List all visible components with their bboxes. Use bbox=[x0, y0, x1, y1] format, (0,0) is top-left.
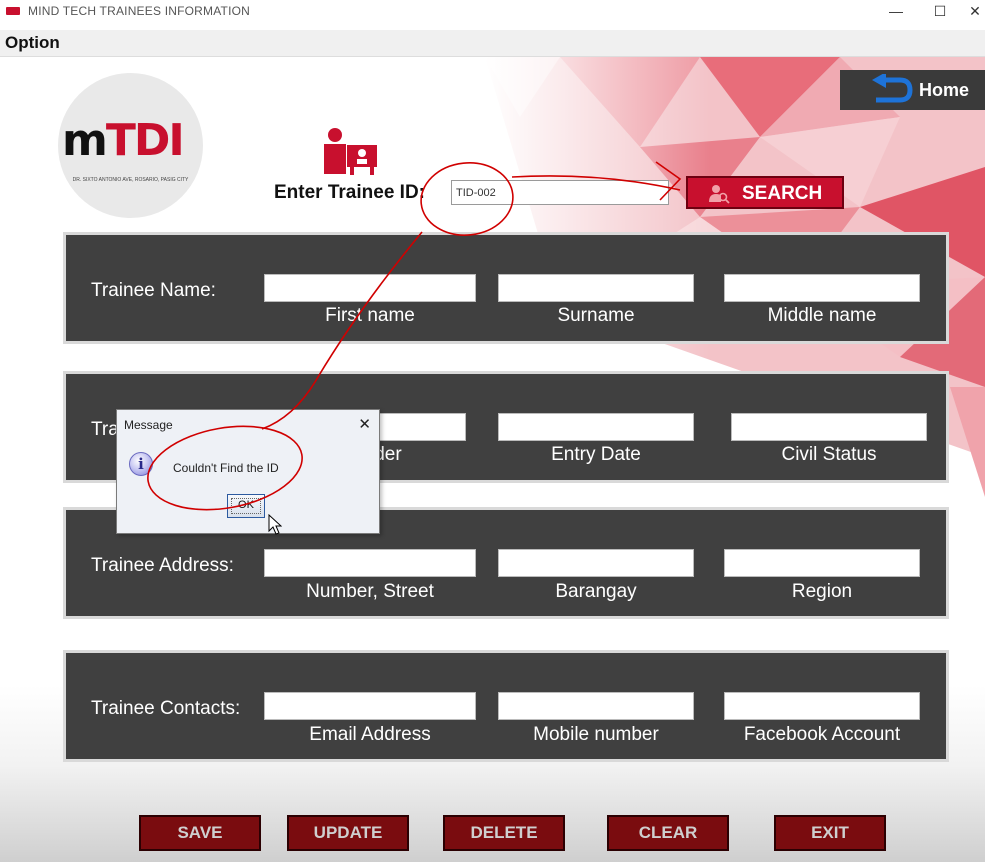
trainee-id-input[interactable] bbox=[451, 180, 669, 205]
ok-button[interactable]: OK bbox=[227, 494, 265, 518]
company-logo: mTDI DR. SIXTO ANTONIO AVE, ROSARIO, PAS… bbox=[58, 73, 203, 218]
info-icon: i bbox=[129, 452, 153, 476]
clear-button[interactable]: CLEAR bbox=[607, 815, 729, 851]
civil-status-caption: Civil Status bbox=[781, 444, 877, 465]
logo-mark-tdi: TDI bbox=[105, 115, 185, 166]
trainee-name-label: Trainee Name: bbox=[91, 280, 216, 301]
mobile-caption: Mobile number bbox=[533, 724, 659, 745]
mobile-input[interactable] bbox=[498, 692, 694, 720]
delete-button[interactable]: DELETE bbox=[443, 815, 565, 851]
mouse-cursor-icon bbox=[268, 514, 282, 535]
middle-name-input[interactable] bbox=[724, 274, 920, 302]
barangay-caption: Barangay bbox=[555, 581, 637, 602]
ok-button-label: OK bbox=[238, 499, 254, 511]
user-search-icon bbox=[709, 185, 730, 204]
menu-bar: Option bbox=[0, 30, 985, 57]
first-name-caption: First name bbox=[325, 305, 415, 326]
dialog-title: Message bbox=[124, 418, 173, 432]
surname-caption: Surname bbox=[557, 305, 635, 326]
logo-mark-m: m bbox=[62, 115, 108, 166]
search-button-label: SEARCH bbox=[742, 183, 823, 204]
trainee-address-label: Trainee Address: bbox=[91, 555, 234, 576]
main-content: mTDI DR. SIXTO ANTONIO AVE, ROSARIO, PAS… bbox=[0, 57, 985, 862]
dialog-message: Couldn't Find the ID bbox=[173, 461, 279, 475]
logo-subtitle: DR. SIXTO ANTONIO AVE, ROSARIO, PASIG CI… bbox=[72, 177, 189, 183]
trainee-id-label: Enter Trainee ID: bbox=[274, 182, 425, 203]
email-input[interactable] bbox=[264, 692, 476, 720]
trainee-contacts-panel: Trainee Contacts: Email Address Mobile n… bbox=[63, 650, 949, 762]
close-window-button[interactable]: ✕ bbox=[953, 0, 985, 24]
app-icon bbox=[6, 7, 20, 15]
trainee-name-panel: Trainee Name: First name Surname Middle … bbox=[63, 232, 949, 344]
surname-input[interactable] bbox=[498, 274, 694, 302]
window-title: MIND TECH TRAINEES INFORMATION bbox=[28, 4, 251, 18]
home-button-label: Home bbox=[919, 80, 970, 100]
message-dialog: Message ✕ i Couldn't Find the ID OK bbox=[116, 409, 380, 534]
minimize-button[interactable]: — bbox=[874, 0, 918, 24]
entry-date-input[interactable] bbox=[498, 413, 694, 441]
search-button[interactable]: SEARCH bbox=[686, 176, 844, 209]
exit-button[interactable]: EXIT bbox=[774, 815, 886, 851]
save-button[interactable]: SAVE bbox=[139, 815, 261, 851]
trainee-contacts-label: Trainee Contacts: bbox=[91, 698, 241, 719]
email-caption: Email Address bbox=[309, 724, 431, 745]
facebook-caption: Facebook Account bbox=[743, 724, 901, 745]
update-button[interactable]: UPDATE bbox=[287, 815, 409, 851]
back-arrow-icon bbox=[872, 74, 913, 103]
facebook-input[interactable] bbox=[724, 692, 920, 720]
barangay-input[interactable] bbox=[498, 549, 694, 577]
home-button[interactable]: Home bbox=[840, 70, 985, 110]
entry-date-caption: Entry Date bbox=[551, 444, 641, 465]
region-input[interactable] bbox=[724, 549, 920, 577]
menu-option[interactable]: Option bbox=[5, 33, 60, 53]
middle-name-caption: Middle name bbox=[767, 305, 877, 326]
title-bar: MIND TECH TRAINEES INFORMATION — ☐ ✕ bbox=[0, 0, 985, 24]
trainee-person-icon bbox=[324, 128, 377, 175]
street-caption: Number, Street bbox=[306, 581, 434, 602]
region-caption: Region bbox=[791, 581, 853, 602]
first-name-input[interactable] bbox=[264, 274, 476, 302]
civil-status-input[interactable] bbox=[731, 413, 927, 441]
street-input[interactable] bbox=[264, 549, 476, 577]
dialog-close-button[interactable]: ✕ bbox=[358, 415, 371, 433]
